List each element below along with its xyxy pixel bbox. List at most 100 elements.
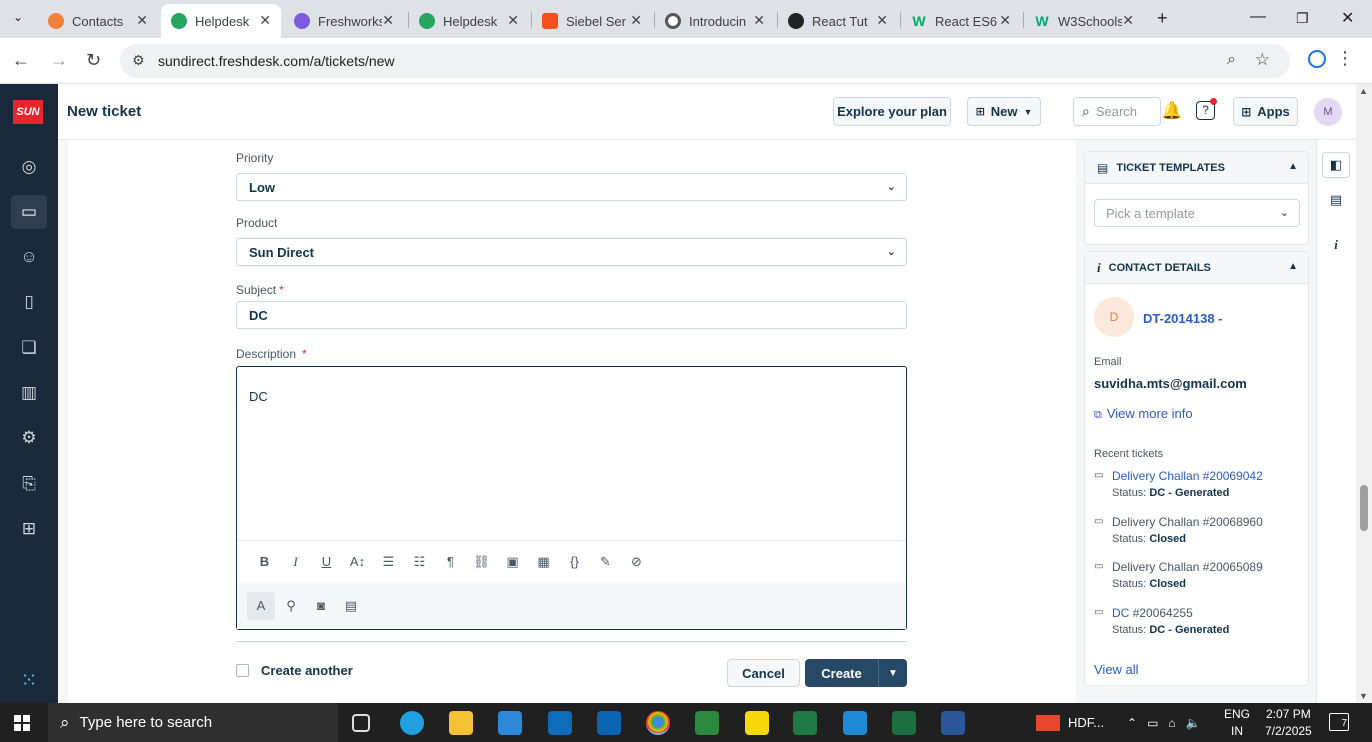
contacts-icon[interactable]: ☺ <box>11 240 47 274</box>
priority-select[interactable]: Low ⌄ <box>236 173 907 201</box>
outlook-icon[interactable] <box>597 711 621 735</box>
assets-icon[interactable]: ⎘ <box>11 467 47 501</box>
vscode-icon[interactable] <box>843 711 867 735</box>
text-format-icon[interactable]: A <box>247 591 275 620</box>
canned-response-icon[interactable]: ⊘ <box>621 554 652 570</box>
reports-icon[interactable]: ▥ <box>11 376 47 410</box>
view-more-info-link[interactable]: ⧉ View more info <box>1094 406 1193 422</box>
scrollbar-thumb[interactable] <box>1360 485 1368 531</box>
task-view-icon[interactable] <box>352 714 370 732</box>
page-scrollbar[interactable]: ▲ ▼ <box>1356 84 1372 703</box>
word-icon[interactable] <box>941 711 965 735</box>
file-explorer-icon[interactable] <box>449 711 473 735</box>
contact-details-header[interactable]: i CONTACT DETAILS ▲ <box>1085 252 1308 284</box>
cancel-button[interactable]: Cancel <box>727 659 800 687</box>
browser-tab-helpdesk[interactable]: Helpdesk ✕ <box>409 4 529 38</box>
apps-button[interactable]: ⊞ Apps <box>1233 97 1298 126</box>
browser-tab-introducing[interactable]: Introducin ✕ <box>655 4 775 38</box>
zoom-magnifier-icon[interactable]: ⌕ <box>1227 51 1236 69</box>
taskbar-clock[interactable]: 2:07 PM 7/2/2025 <box>1265 706 1312 740</box>
numbered-list-icon[interactable]: ☰ <box>373 554 404 570</box>
close-icon[interactable]: ✕ <box>136 12 148 29</box>
network-icon[interactable]: ⌂ <box>1168 716 1175 730</box>
spreadsheet-app-icon[interactable] <box>793 711 817 735</box>
panel-toggle-icon[interactable]: ◧ <box>1322 152 1350 178</box>
contact-info-icon[interactable]: i <box>1322 232 1350 258</box>
language-indicator[interactable]: ENG IN <box>1224 706 1250 740</box>
site-settings-icon[interactable]: ⚙ <box>132 52 145 69</box>
explore-plan-button[interactable]: Explore your plan <box>833 97 951 126</box>
paragraph-icon[interactable]: ¶ <box>435 554 466 569</box>
browser-tab-siebel[interactable]: Siebel Ser ✕ <box>532 4 652 38</box>
chevron-down-icon[interactable]: ▼ <box>878 659 907 687</box>
image-icon[interactable]: ▣ <box>497 554 528 570</box>
templates-panel-icon[interactable]: ▤ <box>1322 187 1350 213</box>
close-icon[interactable]: ✕ <box>1122 12 1134 29</box>
create-button[interactable]: Create ▼ <box>805 659 907 687</box>
dashboard-icon[interactable]: ◎ <box>11 150 47 184</box>
hdfc-app-tray[interactable]: HDF... <box>1036 703 1104 742</box>
description-editor[interactable]: DC B I U A↕ ☰ ☷ ¶ ⛓ ▣ ▦ {} ✎ ⊘ A ⚲ ◙ ▤ <box>236 366 907 630</box>
recent-ticket-title[interactable]: DC #20064255 <box>1112 606 1193 620</box>
close-icon[interactable]: ✕ <box>876 12 888 29</box>
underline-icon[interactable]: U <box>311 554 342 569</box>
browser-tab-w3schools[interactable]: W W3Schools ✕ <box>1024 4 1144 38</box>
speaker-icon[interactable]: 🔈 <box>1186 716 1201 730</box>
recent-ticket-title[interactable]: Delivery Challan #20068960 <box>1112 515 1263 529</box>
search-button[interactable]: ⌕ Search <box>1073 97 1161 126</box>
recent-ticket-title[interactable]: Delivery Challan #20069042 <box>1112 469 1263 483</box>
notification-center-icon[interactable]: 7 <box>1329 713 1349 731</box>
taskbar-search-box[interactable]: ⌕ Type here to search <box>48 703 338 742</box>
app-switcher-grid-icon[interactable]: ⁙ <box>11 663 47 697</box>
clear-format-icon[interactable]: ✎ <box>590 554 621 570</box>
code-icon[interactable]: {} <box>559 554 590 569</box>
close-icon[interactable]: ✕ <box>630 12 642 29</box>
create-another-label[interactable]: Create another <box>261 663 353 678</box>
contact-name-link[interactable]: DT-2014138 - <box>1143 311 1223 326</box>
admin-gear-icon[interactable]: ⚙ <box>11 421 47 455</box>
browser-tab-helpdesk-active[interactable]: Helpdesk ✕ <box>161 4 281 38</box>
profile-icon[interactable] <box>1308 50 1326 68</box>
attachment-icon[interactable]: ⚲ <box>277 592 305 620</box>
marketplace-icon[interactable]: ⊞ <box>11 512 47 546</box>
sun-direct-logo[interactable]: SUN <box>13 100 43 124</box>
close-icon[interactable]: ✕ <box>999 12 1011 29</box>
canned-responses-icon[interactable]: ◙ <box>307 592 335 620</box>
template-picker[interactable]: Pick a template ⌄ <box>1094 199 1300 227</box>
browser-tab-react-tutorial[interactable]: React Tut ✕ <box>778 4 898 38</box>
chevron-up-icon[interactable]: ▲ <box>1288 261 1298 272</box>
scroll-up-arrow-icon[interactable]: ▲ <box>1359 86 1368 96</box>
create-label[interactable]: Create <box>805 666 878 681</box>
battery-icon[interactable]: ▭ <box>1147 716 1158 730</box>
chrome-icon[interactable] <box>646 711 670 735</box>
tickets-icon[interactable]: ▭ <box>11 195 47 229</box>
close-icon[interactable]: ✕ <box>507 12 519 29</box>
bold-icon[interactable]: B <box>249 554 280 569</box>
window-close-icon[interactable]: ✕ <box>1341 8 1354 28</box>
description-text[interactable]: DC <box>249 389 268 404</box>
ticket-templates-header[interactable]: ▤ TICKET TEMPLATES ▲ <box>1085 152 1308 184</box>
close-icon[interactable]: ✕ <box>382 12 394 29</box>
minimize-icon[interactable]: — <box>1250 8 1266 26</box>
microsoft-store-icon[interactable] <box>498 711 522 735</box>
browser-menu-kebab-icon[interactable]: ⋮ <box>1336 48 1354 69</box>
recent-ticket-title[interactable]: Delivery Challan #20065089 <box>1112 560 1263 574</box>
knowledge-base-icon[interactable]: ▯ <box>11 285 47 319</box>
browser-tab-react-es6[interactable]: W React ES6 ✕ <box>901 4 1021 38</box>
browser-tab-contacts[interactable]: Contacts ✕ <box>38 4 158 38</box>
bookmark-star-icon[interactable]: ☆ <box>1255 50 1270 70</box>
sticky-notes-icon[interactable] <box>745 711 769 735</box>
scroll-down-arrow-icon[interactable]: ▼ <box>1359 691 1368 701</box>
solutions-book-icon[interactable]: ▤ <box>337 592 365 620</box>
notification-bell-icon[interactable]: 🔔 <box>1161 101 1182 121</box>
conversations-icon[interactable]: ❏ <box>11 331 47 365</box>
user-avatar[interactable]: M <box>1314 98 1342 126</box>
product-select[interactable]: Sun Direct ⌄ <box>236 238 907 266</box>
url-text[interactable]: sundirect.freshdesk.com/a/tickets/new <box>158 53 395 69</box>
close-icon[interactable]: ✕ <box>259 12 271 29</box>
excel-icon[interactable] <box>892 711 916 735</box>
chevron-up-icon[interactable]: ⌃ <box>1127 716 1137 730</box>
chevron-up-icon[interactable]: ▲ <box>1288 161 1298 172</box>
table-icon[interactable]: ▦ <box>528 554 559 570</box>
address-bar[interactable]: ⚙ sundirect.freshdesk.com/a/tickets/new … <box>120 44 1290 78</box>
